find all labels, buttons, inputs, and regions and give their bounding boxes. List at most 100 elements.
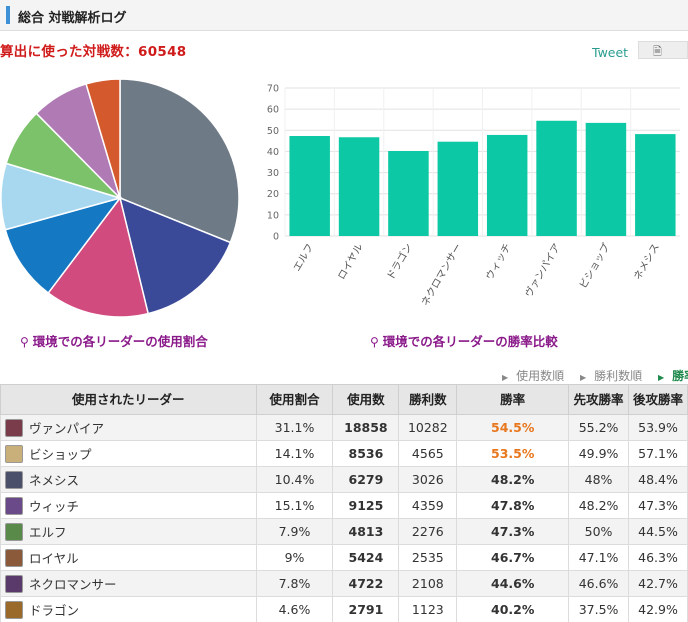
share-cell: 15.1%: [255, 492, 334, 519]
sort-by-uses[interactable]: ▶ 使用数順: [496, 369, 564, 383]
wins-cell: 2108: [398, 570, 458, 597]
x-tick-label: ドラゴン: [384, 241, 415, 282]
first-winrate-cell: 47.1%: [568, 544, 630, 571]
second-winrate-cell: 57.1%: [628, 440, 688, 467]
leader-avatar: [5, 522, 23, 541]
second-winrate-cell: 44.5%: [628, 518, 688, 545]
sort-by-wins[interactable]: ▶ 勝利数順: [574, 369, 642, 383]
x-tick-label: エルフ: [292, 242, 317, 273]
wins-cell: 3026: [398, 466, 458, 493]
leader-name: ネメシス: [29, 473, 80, 488]
second-winrate-cell: 47.3%: [628, 492, 688, 519]
y-tick-label: 60: [267, 105, 279, 116]
col-leader: 使用されたリーダー: [0, 384, 257, 415]
total-battles-label: 算出に使った対戦数：60548: [0, 44, 187, 60]
x-tick-label: ヴァンパイア: [522, 241, 563, 299]
save-button[interactable]: 🗎: [638, 41, 688, 59]
bar: [289, 135, 330, 236]
wins-cell: 2535: [398, 544, 458, 571]
leader-name: ドラゴン: [29, 603, 80, 618]
wins-cell: 4565: [398, 440, 458, 467]
leader-cell: ドラゴン: [0, 596, 257, 622]
leader-name: ウィッチ: [29, 499, 80, 514]
winrate-cell: 48.2%: [456, 466, 570, 493]
header-accent-bar: [6, 6, 10, 24]
wins-cell: 10282: [398, 414, 458, 441]
y-tick-label: 30: [267, 168, 279, 179]
page-title: 総合 対戦解析ログ: [18, 11, 127, 26]
y-tick-label: 50: [267, 126, 279, 137]
leader-cell: ロイヤル: [0, 544, 257, 571]
bar: [388, 151, 429, 236]
leader-cell: ウィッチ: [0, 492, 257, 519]
col-uses: 使用数: [332, 384, 400, 415]
first-winrate-cell: 46.6%: [568, 570, 630, 597]
table-row: ウィッチ 15.1% 9125 4359 47.8% 48.2% 47.3%: [0, 492, 688, 519]
leader-cell: ヴァンパイア: [0, 414, 257, 441]
uses-cell: 4722: [332, 570, 400, 597]
tweet-button[interactable]: Tweet: [592, 45, 628, 60]
bar-caption[interactable]: ⚲ 環境での各リーダーの勝率比較: [370, 331, 558, 350]
leader-avatar: [5, 600, 23, 619]
bar: [585, 122, 627, 236]
triangle-right-icon: ▶: [658, 373, 665, 382]
first-winrate-cell: 48.2%: [568, 492, 630, 519]
col-share: 使用割合: [255, 384, 334, 415]
x-tick-label: ビショップ: [577, 242, 612, 291]
pie-caption[interactable]: ⚲ 環境での各リーダーの使用割合: [20, 331, 208, 350]
triangle-right-icon: ▶: [502, 373, 509, 382]
usage-pie-chart: [0, 78, 240, 318]
second-winrate-cell: 53.9%: [628, 414, 688, 441]
table-header-row: 使用されたリーダー 使用割合 使用数 勝利数 勝率 先攻勝率 後攻勝率: [0, 384, 688, 415]
second-winrate-cell: 48.4%: [628, 466, 688, 493]
sort-options: ▶使用数順 ▶勝利数順 ▶勝率順: [490, 367, 688, 384]
y-tick-label: 10: [267, 210, 279, 221]
first-winrate-cell: 48%: [568, 466, 630, 493]
share-cell: 10.4%: [255, 466, 334, 493]
map-pin-icon: ⚲: [370, 335, 379, 349]
table-row: ドラゴン 4.6% 2791 1123 40.2% 37.5% 42.9%: [0, 596, 688, 622]
table-row: ネクロマンサー 7.8% 4722 2108 44.6% 46.6% 42.7%: [0, 570, 688, 597]
bar: [486, 134, 528, 236]
winrate-cell: 40.2%: [456, 596, 570, 622]
leader-avatar: [5, 548, 23, 567]
first-winrate-cell: 37.5%: [568, 596, 630, 622]
leader-name: ビショップ: [29, 447, 92, 462]
table-row: ビショップ 14.1% 8536 4565 53.5% 49.9% 57.1%: [0, 440, 688, 467]
col-wins: 勝利数: [398, 384, 458, 415]
leader-stats-table: 使用されたリーダー 使用割合 使用数 勝利数 勝率 先攻勝率 後攻勝率 ヴァンパ…: [0, 384, 688, 622]
x-tick-label: ロイヤル: [336, 242, 365, 282]
first-winrate-cell: 49.9%: [568, 440, 630, 467]
uses-cell: 18858: [332, 414, 400, 441]
uses-cell: 4813: [332, 518, 400, 545]
leader-cell: ネメシス: [0, 466, 257, 493]
x-tick-label: ネメシス: [632, 242, 662, 283]
share-cell: 4.6%: [255, 596, 334, 622]
y-tick-label: 40: [267, 147, 279, 158]
winrate-cell: 47.8%: [456, 492, 570, 519]
leader-avatar: [5, 470, 23, 489]
bar: [338, 137, 380, 236]
col-second-winrate: 後攻勝率: [628, 384, 688, 415]
wins-cell: 2276: [398, 518, 458, 545]
leader-name: ヴァンパイア: [29, 421, 105, 436]
y-tick-label: 0: [273, 232, 279, 243]
share-cell: 9%: [255, 544, 334, 571]
uses-cell: 8536: [332, 440, 400, 467]
winrate-cell: 54.5%: [456, 414, 570, 441]
document-icon: 🗎: [653, 45, 662, 58]
uses-cell: 9125: [332, 492, 400, 519]
sort-by-winrate[interactable]: ▶勝率順: [652, 369, 688, 383]
second-winrate-cell: 46.3%: [628, 544, 688, 571]
winrate-cell: 46.7%: [456, 544, 570, 571]
wins-cell: 4359: [398, 492, 458, 519]
winrate-cell: 47.3%: [456, 518, 570, 545]
bar: [437, 141, 479, 236]
uses-cell: 2791: [332, 596, 400, 622]
share-cell: 7.8%: [255, 570, 334, 597]
page-header: 総合 対戦解析ログ: [0, 0, 688, 31]
col-winrate: 勝率: [456, 384, 570, 415]
wins-cell: 1123: [398, 596, 458, 622]
map-pin-icon: ⚲: [20, 335, 29, 349]
leader-name: ロイヤル: [29, 551, 79, 566]
